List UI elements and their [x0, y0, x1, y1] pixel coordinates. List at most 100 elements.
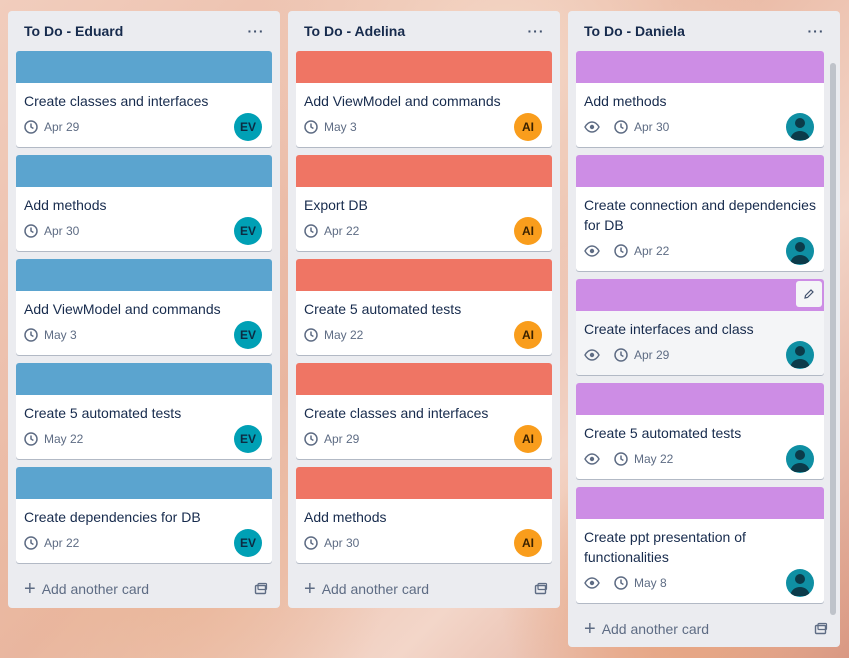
due-date-badge: Apr 29 — [24, 120, 79, 134]
add-card-label: Add another card — [601, 621, 710, 637]
user-avatar-icon[interactable] — [786, 113, 814, 141]
avatar[interactable]: AI — [514, 529, 542, 557]
due-date-badge: Apr 29 — [304, 432, 359, 446]
due-date: May 22 — [44, 432, 84, 446]
clock-icon — [614, 120, 628, 134]
user-avatar-icon[interactable] — [786, 341, 814, 369]
template-icon[interactable] — [534, 582, 548, 596]
list-title[interactable]: To Do - Adelina — [304, 23, 405, 39]
list-menu-icon[interactable]: ··· — [804, 19, 828, 43]
due-date: May 22 — [324, 328, 364, 342]
card-cover — [296, 259, 552, 291]
avatar[interactable]: AI — [514, 217, 542, 245]
card[interactable]: Add ViewModel and commands May 3 EV — [16, 259, 272, 355]
card[interactable]: Create classes and interfaces Apr 29 EV — [16, 51, 272, 147]
avatar[interactable]: AI — [514, 113, 542, 141]
due-date-badge: Apr 22 — [614, 244, 669, 258]
clock-icon — [24, 120, 38, 134]
avatar[interactable]: EV — [234, 113, 262, 141]
user-avatar-icon[interactable] — [786, 237, 814, 265]
avatar[interactable]: AI — [514, 321, 542, 349]
plus-icon: + — [24, 578, 36, 600]
avatar[interactable]: EV — [234, 217, 262, 245]
card[interactable]: Create ppt presentation of functionaliti… — [576, 487, 824, 603]
card-title: Add ViewModel and commands — [304, 93, 501, 109]
card-cover — [576, 155, 824, 187]
eye-icon — [584, 577, 600, 589]
scrollbar-thumb[interactable] — [830, 63, 836, 615]
template-icon[interactable] — [254, 582, 268, 596]
card[interactable]: Create 5 automated tests May 22 AI — [296, 259, 552, 355]
add-card-button[interactable]: + Add another card — [16, 571, 272, 607]
due-date-badge: Apr 30 — [24, 224, 79, 238]
due-date: Apr 29 — [634, 348, 670, 362]
plus-icon: + — [584, 618, 596, 640]
add-card-button[interactable]: + Add another card — [576, 611, 832, 647]
avatar[interactable]: AI — [514, 425, 542, 453]
user-avatar-icon[interactable] — [786, 569, 814, 597]
card-title: Create interfaces and class — [584, 321, 754, 337]
card-title: Export DB — [304, 197, 368, 213]
clock-icon — [24, 432, 38, 446]
card-title: Create classes and interfaces — [24, 93, 209, 109]
card-cover — [16, 467, 272, 499]
card-cover — [296, 51, 552, 83]
clock-icon — [304, 224, 318, 238]
card[interactable]: Add methods Apr 30 — [576, 51, 824, 147]
scrollbar[interactable] — [830, 63, 836, 615]
add-card-label: Add another card — [41, 581, 150, 597]
list-menu-icon[interactable]: ··· — [244, 19, 268, 43]
add-card-label: Add another card — [321, 581, 430, 597]
watch-badge — [584, 452, 606, 466]
card[interactable]: Create interfaces and class Apr 29 — [576, 279, 824, 375]
list-header[interactable]: To Do - Adelina ··· — [296, 11, 552, 51]
card[interactable]: Create classes and interfaces Apr 29 AI — [296, 363, 552, 459]
card-cover — [576, 383, 824, 415]
card-title: Create 5 automated tests — [584, 425, 742, 441]
avatar[interactable]: EV — [234, 425, 262, 453]
list-header[interactable]: To Do - Daniela ··· — [576, 11, 832, 51]
user-avatar-icon[interactable] — [786, 445, 814, 473]
eye-icon — [584, 453, 600, 465]
due-date-badge: May 8 — [614, 576, 667, 590]
add-card-button[interactable]: + Add another card — [296, 571, 552, 607]
due-date-badge: May 3 — [304, 120, 357, 134]
card[interactable]: Create 5 automated tests May 22 — [576, 383, 824, 479]
due-date: Apr 30 — [44, 224, 80, 238]
card[interactable]: Export DB Apr 22 AI — [296, 155, 552, 251]
card-cover — [16, 259, 272, 291]
list-title[interactable]: To Do - Daniela — [584, 23, 685, 39]
card[interactable]: Add methods Apr 30 AI — [296, 467, 552, 563]
card-title: Create classes and interfaces — [304, 405, 489, 421]
due-date-badge: May 22 — [24, 432, 83, 446]
card[interactable]: Create 5 automated tests May 22 EV — [16, 363, 272, 459]
due-date: Apr 30 — [324, 536, 360, 550]
list-title[interactable]: To Do - Eduard — [24, 23, 123, 39]
plus-icon: + — [304, 578, 316, 600]
list-header[interactable]: To Do - Eduard ··· — [16, 11, 272, 51]
card[interactable]: Create dependencies for DB Apr 22 EV — [16, 467, 272, 563]
card[interactable]: Add ViewModel and commands May 3 AI — [296, 51, 552, 147]
card-title: Create 5 automated tests — [24, 405, 182, 421]
due-date: May 3 — [44, 328, 77, 342]
due-date-badge: May 3 — [24, 328, 77, 342]
avatar[interactable]: EV — [234, 529, 262, 557]
list-menu-icon[interactable]: ··· — [524, 19, 548, 43]
card-cover — [576, 279, 824, 311]
due-date-badge: Apr 22 — [24, 536, 79, 550]
due-date: May 3 — [324, 120, 357, 134]
clock-icon — [304, 328, 318, 342]
edit-card-pencil-icon[interactable] — [796, 281, 822, 307]
due-date: Apr 22 — [634, 244, 670, 258]
clock-icon — [24, 328, 38, 342]
due-date-badge: Apr 30 — [614, 120, 669, 134]
due-date-badge: Apr 22 — [304, 224, 359, 238]
card-cover — [296, 467, 552, 499]
card[interactable]: Add methods Apr 30 EV — [16, 155, 272, 251]
template-icon[interactable] — [814, 622, 828, 636]
due-date: Apr 29 — [324, 432, 360, 446]
avatar[interactable]: EV — [234, 321, 262, 349]
card[interactable]: Create connection and dependencies for D… — [576, 155, 824, 271]
watch-badge — [584, 348, 606, 362]
watch-badge — [584, 244, 606, 258]
